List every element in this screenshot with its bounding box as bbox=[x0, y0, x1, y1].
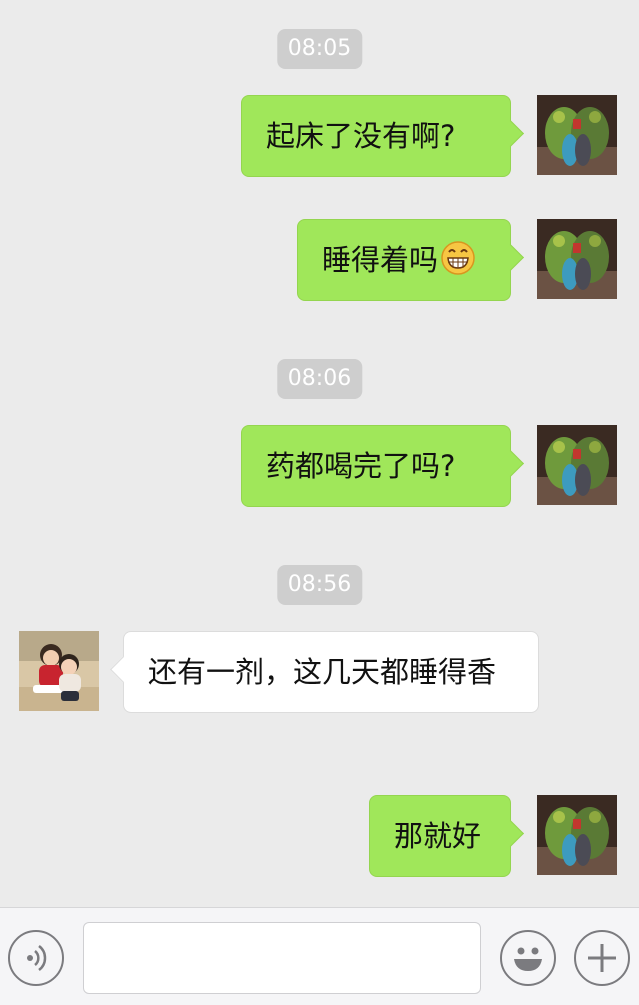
voice-icon bbox=[27, 945, 47, 971]
my-message-bubble[interactable]: 起床了没有啊? bbox=[241, 95, 511, 177]
my-message-bubble[interactable]: 睡得着吗 bbox=[297, 219, 511, 301]
message-text: 那就好 bbox=[394, 819, 482, 853]
chat-area[interactable]: 08:05 起床了没有啊? 睡得着吗 08:06 药都喝完了吗? 08:56 还… bbox=[0, 0, 639, 907]
my-avatar[interactable] bbox=[537, 219, 617, 299]
message-text: 药都喝完了吗? bbox=[266, 449, 456, 483]
emoji-button[interactable] bbox=[500, 930, 556, 986]
plus-icon bbox=[588, 944, 616, 972]
my-message-bubble[interactable]: 药都喝完了吗? bbox=[241, 425, 511, 507]
input-bar bbox=[0, 907, 639, 1005]
message-text: 睡得着吗 bbox=[322, 243, 439, 277]
timestamp: 08:56 bbox=[276, 565, 363, 605]
contact-message-bubble[interactable]: 还有一剂，这几天都睡得香 bbox=[123, 631, 539, 713]
message-input[interactable] bbox=[83, 922, 481, 994]
parrot-avatar-image bbox=[537, 219, 617, 299]
voice-button[interactable] bbox=[8, 930, 64, 986]
parrot-avatar-image bbox=[537, 425, 617, 505]
smiley-icon bbox=[514, 947, 542, 971]
message-text: 起床了没有啊? bbox=[266, 119, 456, 153]
more-button[interactable] bbox=[574, 930, 630, 986]
children-avatar-image bbox=[19, 631, 99, 711]
grinning-face-icon bbox=[441, 241, 475, 275]
my-avatar[interactable] bbox=[537, 795, 617, 875]
timestamp: 08:06 bbox=[276, 359, 363, 399]
my-avatar[interactable] bbox=[537, 95, 617, 175]
my-message-bubble[interactable]: 那就好 bbox=[369, 795, 511, 877]
timestamp: 08:05 bbox=[276, 29, 363, 69]
contact-avatar[interactable] bbox=[19, 631, 99, 711]
message-text: 还有一剂，这几天都睡得香 bbox=[148, 655, 497, 689]
my-avatar[interactable] bbox=[537, 425, 617, 505]
parrot-avatar-image bbox=[537, 95, 617, 175]
parrot-avatar-image bbox=[537, 795, 617, 875]
